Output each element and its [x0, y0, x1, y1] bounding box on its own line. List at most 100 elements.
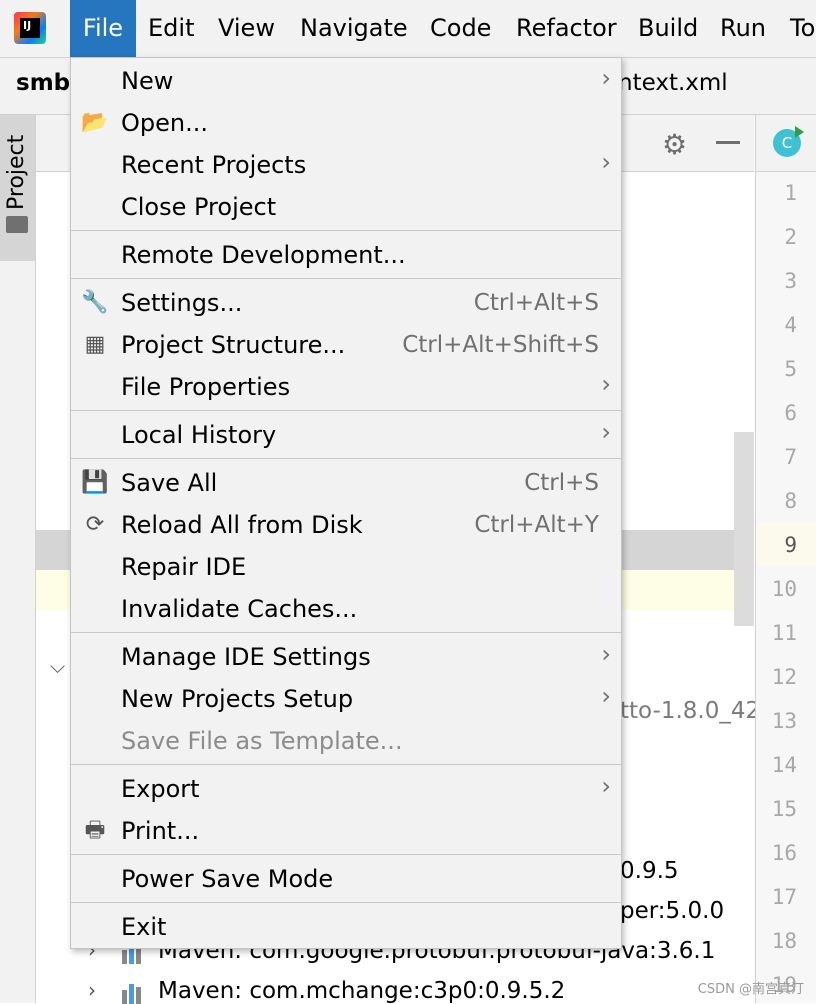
menu-separator — [71, 902, 621, 903]
menu-item-print[interactable]: 🖶 Print... — [71, 810, 621, 852]
chevron-right-icon: › — [601, 148, 611, 176]
line-number[interactable]: 11 — [765, 621, 797, 645]
menu-refactor[interactable]: Refactor — [516, 0, 617, 57]
menu-separator — [71, 410, 621, 411]
menu-item-close-project[interactable]: Close Project — [71, 186, 621, 228]
line-number[interactable]: 18 — [765, 929, 797, 953]
main-menu-bar: IJ File Edit View Navigate Code Refactor… — [0, 0, 816, 58]
run-marker-icon — [795, 126, 804, 138]
menu-separator — [71, 278, 621, 279]
menu-item-shortcut: Ctrl+Alt+Y — [474, 512, 599, 538]
menu-separator — [71, 632, 621, 633]
tree-node-fragment[interactable]: per:5.0.0 — [620, 898, 724, 924]
breadcrumb-file[interactable]: ntext.xml — [618, 70, 728, 96]
gear-icon[interactable]: ⚙ — [662, 128, 687, 161]
menu-item-label: Export — [121, 775, 200, 803]
menu-item-label: Settings... — [121, 289, 243, 317]
scrollbar-thumb[interactable] — [734, 432, 754, 626]
save-icon: 💾 — [81, 470, 109, 495]
menu-item-export[interactable]: Export › — [71, 768, 621, 810]
menu-item-save-all[interactable]: 💾 Save All Ctrl+S — [71, 462, 621, 504]
minimize-icon[interactable] — [716, 141, 740, 144]
chevron-right-icon: › — [601, 772, 611, 800]
menu-item-label: Invalidate Caches... — [121, 595, 358, 623]
tree-node-fragment[interactable]: 0.9.5 — [620, 858, 679, 884]
menu-item-new[interactable]: New › — [71, 60, 621, 102]
menu-run[interactable]: Run — [720, 0, 766, 57]
menu-build[interactable]: Build — [638, 0, 698, 57]
menu-item-invalidate-caches[interactable]: Invalidate Caches... — [71, 588, 621, 630]
menu-item-label: Reload All from Disk — [121, 511, 363, 539]
line-number[interactable]: 13 — [765, 709, 797, 733]
menu-file[interactable]: File — [70, 0, 136, 57]
reload-icon: ⟳ — [85, 512, 105, 537]
tree-node-fragment[interactable]: tto-1.8.0_42 — [620, 698, 760, 724]
line-number[interactable]: 4 — [765, 313, 797, 337]
menu-item-open[interactable]: 📂 Open... — [71, 102, 621, 144]
project-name[interactable]: smb — [16, 70, 70, 96]
menu-item-label: File Properties — [121, 373, 291, 401]
menu-item-label: Manage IDE Settings — [121, 643, 371, 671]
menu-item-recent-projects[interactable]: Recent Projects › — [71, 144, 621, 186]
menu-item-file-properties[interactable]: File Properties › — [71, 366, 621, 408]
chevron-right-icon: › — [601, 418, 611, 446]
folder-icon — [6, 216, 28, 233]
menu-separator — [71, 458, 621, 459]
chevron-right-icon: › — [601, 640, 611, 668]
intellij-logo-icon: IJ — [14, 12, 46, 44]
line-number[interactable]: 17 — [765, 885, 797, 909]
folder-open-icon: 📂 — [81, 110, 109, 135]
menu-item-label: New — [121, 67, 174, 95]
line-number[interactable]: 8 — [765, 489, 797, 513]
chevron-right-icon[interactable]: › — [88, 978, 96, 1002]
line-number[interactable]: 6 — [765, 401, 797, 425]
line-number[interactable]: 14 — [765, 753, 797, 777]
menu-separator — [71, 854, 621, 855]
menu-item-exit[interactable]: Exit — [71, 906, 621, 948]
menu-item-new-projects-setup[interactable]: New Projects Setup › — [71, 678, 621, 720]
menu-item-reload-all-from-disk[interactable]: ⟳ Reload All from Disk Ctrl+Alt+Y — [71, 504, 621, 546]
line-number[interactable]: 7 — [765, 445, 797, 469]
menu-item-project-structure[interactable]: ▦ Project Structure... Ctrl+Alt+Shift+S — [71, 324, 621, 366]
chevron-down-icon[interactable]: ⌵ — [50, 654, 65, 678]
line-number[interactable]: 1 — [765, 181, 797, 205]
watermark: CSDN @南宫真汀 — [697, 982, 804, 997]
project-tab-label: Project — [4, 134, 29, 210]
menu-item-remote-development[interactable]: Remote Development... — [71, 234, 621, 276]
printer-icon: 🖶 — [84, 818, 106, 843]
project-structure-icon: ▦ — [84, 332, 106, 357]
menu-item-label: Save All — [121, 469, 218, 497]
menu-item-shortcut: Ctrl+Alt+S — [473, 290, 599, 316]
menu-separator — [71, 230, 621, 231]
menu-navigate[interactable]: Navigate — [300, 0, 408, 57]
line-number[interactable]: 16 — [765, 841, 797, 865]
menu-edit[interactable]: Edit — [148, 0, 194, 57]
menu-item-label: Remote Development... — [121, 241, 406, 269]
menu-item-label: Save File as Template... — [121, 727, 403, 755]
tree-node-maven-library[interactable]: Maven: com.mchange:c3p0:0.9.5.2 — [158, 978, 565, 1004]
chevron-right-icon: › — [601, 64, 611, 92]
file-menu-dropdown: New › 📂 Open... Recent Projects › Close Projec… — [70, 57, 622, 949]
menu-item-save-file-as-template: Save File as Template... — [71, 720, 621, 762]
menu-item-manage-ide-settings[interactable]: Manage IDE Settings › — [71, 636, 621, 678]
menu-item-label: Print... — [121, 817, 200, 845]
line-number[interactable]: 5 — [765, 357, 797, 381]
menu-view[interactable]: View — [218, 0, 275, 57]
menu-item-settings[interactable]: 🔧 Settings... Ctrl+Alt+S — [71, 282, 621, 324]
line-number[interactable]: 3 — [765, 269, 797, 293]
wrench-icon: 🔧 — [81, 290, 109, 315]
menu-item-repair-ide[interactable]: Repair IDE — [71, 546, 621, 588]
line-number[interactable]: 12 — [765, 665, 797, 689]
line-number[interactable]: 15 — [765, 797, 797, 821]
line-number[interactable]: 2 — [765, 225, 797, 249]
menu-item-power-save-mode[interactable]: Power Save Mode — [71, 858, 621, 900]
chevron-right-icon: › — [601, 370, 611, 398]
menu-tools[interactable]: To — [790, 0, 815, 57]
menu-code[interactable]: Code — [430, 0, 491, 57]
menu-item-label: New Projects Setup — [121, 685, 354, 713]
menu-item-label: Local History — [121, 421, 277, 449]
menu-item-local-history[interactable]: Local History › — [71, 414, 621, 456]
line-number[interactable]: 9 — [765, 533, 797, 557]
menu-item-label: Repair IDE — [121, 553, 247, 581]
line-number[interactable]: 10 — [765, 577, 797, 601]
